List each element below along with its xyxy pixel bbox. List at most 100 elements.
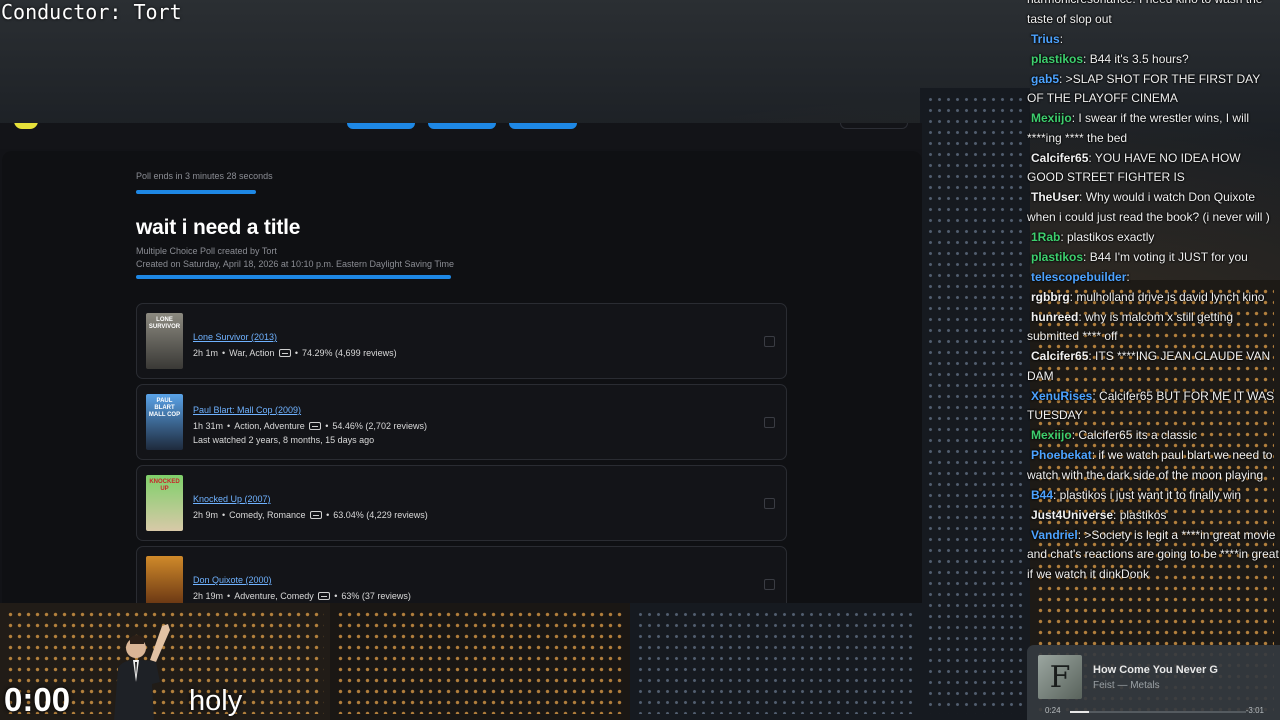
movie-score: 74.29% (4,699 reviews) [302, 348, 397, 358]
caption-text: holy [189, 685, 243, 717]
building [330, 603, 630, 720]
chat-message: rgbbrg: mulholland drive is david lynch … [1027, 288, 1279, 308]
chat-username[interactable]: Mexiijo [1027, 111, 1072, 125]
option-checkbox[interactable] [764, 498, 775, 509]
movie-genres: Action, Adventure [234, 421, 305, 431]
movie-runtime: 2h 19m [193, 591, 224, 601]
chat-username[interactable]: XenuRises [1027, 389, 1092, 403]
chat-username[interactable]: B44 [1027, 488, 1053, 502]
chat-message: TheUser: Why would i watch Don Quixote w… [1027, 188, 1279, 227]
chat-text: : plastikos [1113, 507, 1167, 522]
chat-message: harmonicresonance: I need kino to wash t… [1027, 0, 1279, 29]
chat-message: Mexiijo: I swear if the wrestler wins, I… [1027, 109, 1279, 148]
poster-text: PAUL BLART MALL COP [148, 398, 181, 418]
movie-info: 1h 31m • Action, Adventure • 54.46% (2,702 … [193, 418, 427, 434]
last-watched-text: Last watched 2 years, 8 months, 15 days … [193, 435, 375, 445]
option-checkbox[interactable] [764, 579, 775, 590]
chat-username[interactable]: Calcifer65 [1027, 349, 1088, 363]
header-button-1[interactable] [347, 123, 415, 129]
poll-option[interactable]: KNOCKED UP Knocked Up (2007) 2h 9m • Comed… [136, 465, 787, 541]
chat-message: Phoebekat: if we watch paul blart we nee… [1027, 446, 1279, 485]
chat-username[interactable]: Phoebekat [1027, 448, 1092, 462]
movie-score: 63.04% (4,229 reviews) [333, 510, 428, 520]
separator-dot: • [222, 510, 226, 520]
chat-text: : [1059, 31, 1064, 46]
chat-username[interactable]: rgbbrg [1027, 290, 1070, 304]
site-logo-icon[interactable] [14, 123, 38, 129]
movie-info: 2h 19m • Adventure, Comedy • 63% (37 review… [193, 588, 411, 603]
option-checkbox[interactable] [764, 417, 775, 428]
chat-username[interactable]: Just4Universe [1027, 508, 1113, 522]
separator-dot: • [325, 421, 329, 431]
header-button-3[interactable] [509, 123, 577, 129]
chat-overlay: harmonicresonance: I need kino to wash t… [1027, 0, 1279, 585]
chat-message: B44: plastikos i just want it to finally… [1027, 486, 1279, 506]
poll-container: Poll ends in 3 minutes 28 seconds wait i… [136, 171, 787, 603]
chat-message: XenuRises: Calcifer65 BUT FOR ME IT WAS … [1027, 387, 1279, 426]
poll-type-text: Multiple Choice Poll created by Tort [136, 246, 277, 256]
chat-username[interactable]: Mexiijo [1027, 428, 1072, 442]
separator-dot: • [294, 348, 299, 358]
separator-dot: • [334, 591, 338, 601]
poll-option[interactable]: PAUL BLART MALL COP Paul Blart: Mall Cop… [136, 384, 787, 460]
chat-message: telescopebuilder: [1027, 268, 1279, 288]
poster-text: LONE SURVIVOR [148, 317, 181, 330]
movie-score: 63% (37 reviews) [341, 591, 411, 601]
movie-title-link[interactable]: Paul Blart: Mall Cop (2009) [193, 404, 301, 416]
movie-runtime: 1h 31m [193, 421, 224, 431]
chat-username[interactable]: Calcifer65 [1027, 151, 1088, 165]
separator-dot: • [227, 421, 231, 431]
poll-divider-bar [136, 275, 451, 279]
separator-dot: • [222, 348, 226, 358]
movie-title-link[interactable]: Lone Survivor (2013) [193, 331, 277, 343]
chat-message: gab5: >SLAP SHOT FOR THE FIRST DAY OF TH… [1027, 70, 1279, 109]
chat-message: plastikos: B44 I'm voting it JUST for yo… [1027, 248, 1279, 268]
separator-dot: • [227, 591, 231, 601]
poll-option[interactable]: LONE SURVIVOR Lone Survivor (2013) 2h 1m… [136, 303, 787, 379]
movie-title-link[interactable]: Don Quixote (2000) [193, 574, 272, 586]
movie-runtime: 2h 1m [193, 348, 219, 358]
movie-poster: PAUL BLART MALL COP [146, 394, 183, 450]
poll-created-text: Created on Saturday, April 18, 2026 at 1… [136, 259, 455, 269]
poll-page: Poll ends in 3 minutes 28 seconds wait i… [2, 151, 922, 603]
song-artist: Feist — Metals [1093, 680, 1160, 691]
movie-poster [146, 556, 183, 603]
chat-username[interactable]: plastikos [1027, 52, 1083, 66]
song-seek-fill [1070, 711, 1090, 713]
chat-username[interactable]: TheUser [1027, 190, 1079, 204]
header-account-box[interactable] [840, 123, 908, 129]
chat-username[interactable]: Vandriel [1027, 528, 1078, 542]
chat-message: Vandriel: >Society is legit a ****in gre… [1027, 526, 1279, 585]
chat-text: : >SLAP SHOT FOR THE FIRST DAY OF THE PL… [1027, 71, 1261, 106]
stream-timer: 0:00 [4, 681, 71, 718]
poll-option[interactable]: Don Quixote (2000) 2h 19m • Adventure, Com… [136, 546, 787, 603]
chat-username[interactable]: 1Rab [1027, 230, 1060, 244]
chat-username[interactable]: hunreed [1027, 310, 1078, 324]
poll-title: wait i need a title [136, 216, 301, 239]
chat-text: : [1126, 269, 1130, 284]
closed-captions-icon [318, 592, 331, 600]
chat-username[interactable]: gab5 [1027, 72, 1059, 86]
chat-username[interactable]: Trius [1027, 32, 1060, 46]
poll-options: LONE SURVIVOR Lone Survivor (2013) 2h 1m… [136, 303, 787, 603]
closed-captions-icon [309, 422, 322, 430]
movie-info: 2h 1m • War, Action • 74.29% (4,699 reviews… [193, 345, 397, 361]
chat-username[interactable]: telescopebuilder [1027, 270, 1126, 284]
chat-text: harmonicresonance: I need kino to wash t… [1027, 0, 1262, 26]
option-checkbox[interactable] [764, 336, 775, 347]
header-button-2[interactable] [428, 123, 496, 129]
poll-meta: Multiple Choice Poll created by Tort Cre… [136, 245, 787, 271]
building [630, 603, 920, 720]
chat-message: 1Rab: plastikos exactly [1027, 228, 1279, 248]
movie-title-link[interactable]: Knocked Up (2007) [193, 493, 271, 505]
movie-genres: Adventure, Comedy [234, 591, 314, 601]
chat-text: : B44 it's 3.5 hours? [1083, 51, 1189, 66]
chat-message: plastikos: B44 it's 3.5 hours? [1027, 50, 1279, 70]
closed-captions-icon [310, 511, 323, 519]
person-silhouette-icon [114, 624, 170, 720]
chat-message: Calcifer65: ITS ****ING JEAN CLAUDE VAN … [1027, 347, 1279, 386]
chat-message: Calcifer65: YOU HAVE NO IDEA HOW GOOD ST… [1027, 149, 1279, 188]
chat-username[interactable]: plastikos [1027, 250, 1083, 264]
song-time-current: 0:24 [1045, 706, 1061, 715]
poll-time-progress-fill [136, 190, 256, 194]
